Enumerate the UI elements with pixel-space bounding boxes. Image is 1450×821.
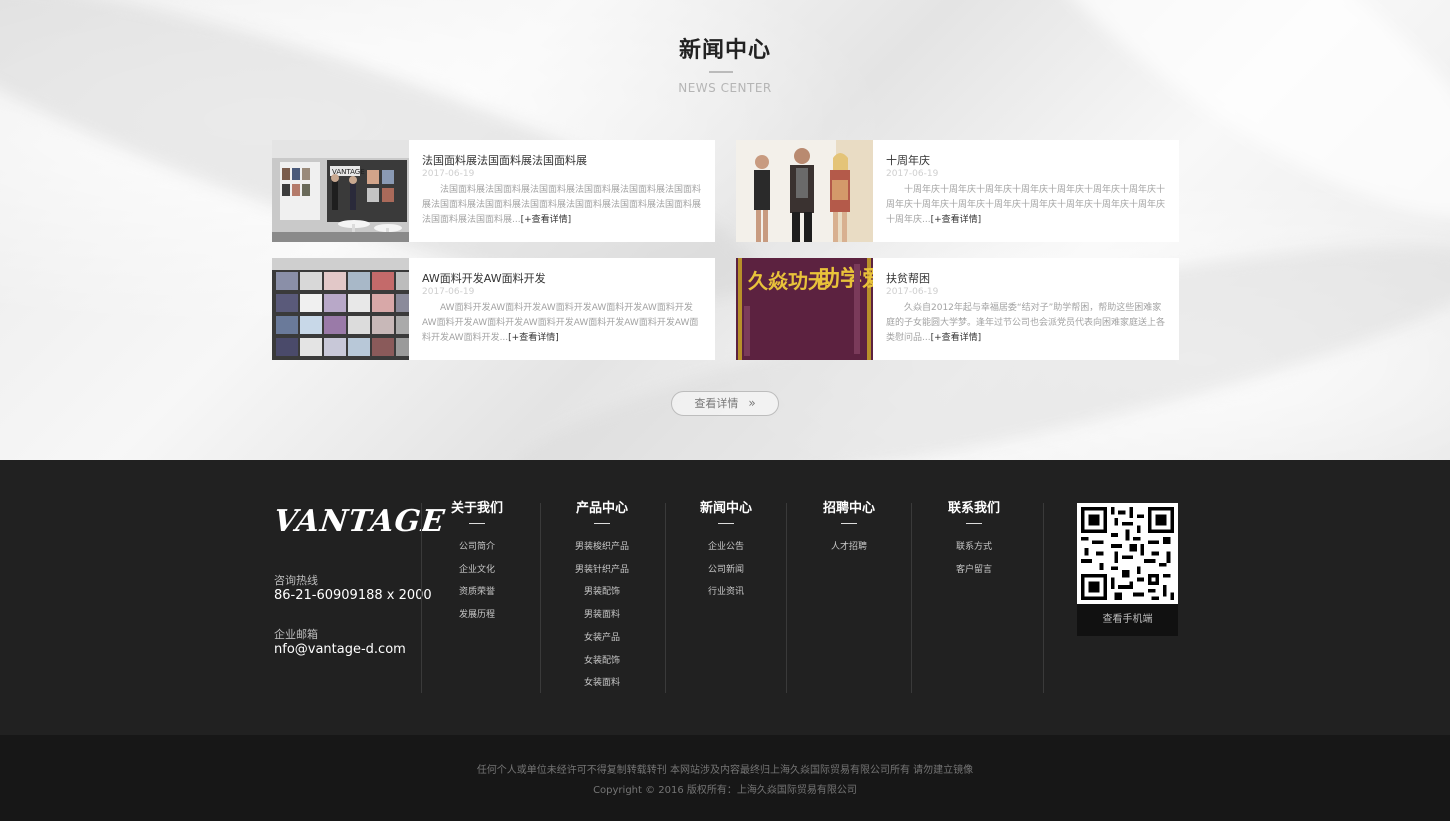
footer-link[interactable]: 客户留言 <box>919 559 1029 582</box>
qr-code-icon <box>1081 507 1174 600</box>
qr-caption[interactable]: 查看手机端 <box>1077 604 1178 636</box>
news-excerpt: 久焱自2012年起与幸福居委“结对子”助学帮困，帮助这些困难家庭的子女能圆大学梦… <box>886 301 1166 347</box>
news-date: 2017-06-19 <box>422 287 475 297</box>
news-title[interactable]: 十周年庆 <box>886 154 1166 168</box>
footer-link[interactable]: 公司新闻 <box>671 559 781 582</box>
footer-link[interactable]: 男装梭织产品 <box>547 536 657 559</box>
qr-code <box>1077 503 1178 604</box>
news-date: 2017-06-19 <box>422 169 475 179</box>
news-title[interactable]: 扶贫帮困 <box>886 272 1166 286</box>
news-more-link[interactable]: [+查看详情] <box>931 215 982 225</box>
copyright-line: Copyright © 2016 版权所有：上海久焱国际贸易有限公司 <box>593 785 857 796</box>
column-divider <box>665 503 666 693</box>
footer-column-title[interactable]: 联系我们 <box>919 500 1029 518</box>
news-thumbnail[interactable] <box>272 258 409 360</box>
footer-link[interactable]: 资质荣誉 <box>422 581 532 604</box>
news-date: 2017-06-19 <box>886 169 939 179</box>
section-title: 新闻中心 <box>678 38 771 63</box>
footer-link[interactable]: 女装产品 <box>547 627 657 650</box>
news-card[interactable]: 助学爱无 久焱功无 扶贫帮困 2017-06-19 久焱自2012年起与幸福居委… <box>736 258 1179 360</box>
news-date: 2017-06-19 <box>886 287 939 297</box>
footer-link[interactable]: 企业公告 <box>671 536 781 559</box>
column-title-bar <box>966 523 982 524</box>
hotline-label: 咨询热线 <box>274 574 318 587</box>
hotline-number: 86-21-60909188 x 2000 <box>274 588 432 603</box>
news-excerpt: AW面料开发AW面料开发AW面料开发AW面料开发AW面料开发AW面料开发AW面料… <box>422 301 702 347</box>
news-title[interactable]: AW面料开发AW面料开发 <box>422 272 702 286</box>
copyright-bar: 任何个人或单位未经许可不得复制转载转刊 本网站涉及内容最终归上海久焱国际贸易有限… <box>0 735 1450 821</box>
email-address[interactable]: nfo@vantage-d.com <box>274 642 406 657</box>
footer-link[interactable]: 发展历程 <box>422 604 532 627</box>
news-excerpt-text: 久焱自2012年起与幸福居委“结对子”助学帮困，帮助这些困难家庭的子女能圆大学梦… <box>886 303 1166 343</box>
news-excerpt-text: 十周年庆十周年庆十周年庆十周年庆十周年庆十周年庆十周年庆十周年庆十周年庆十周年庆… <box>886 185 1166 225</box>
footer-column-title[interactable]: 产品中心 <box>547 500 657 518</box>
banner-text: 久焱功无 <box>748 269 828 293</box>
footer-column-title[interactable]: 招聘中心 <box>794 500 904 518</box>
news-thumbnail[interactable] <box>736 140 873 242</box>
footer-link[interactable]: 公司简介 <box>422 536 532 559</box>
footer-link[interactable]: 联系方式 <box>919 536 1029 559</box>
news-card[interactable]: VANTAGE 法国面料展法国面料展法国面料展 2017-06-19 法国面料展… <box>272 140 715 242</box>
column-title-bar <box>469 523 485 524</box>
footer-link[interactable]: 人才招聘 <box>794 536 904 559</box>
footer-link[interactable]: 行业资讯 <box>671 581 781 604</box>
footer-column-careers: 招聘中心 人才招聘 <box>794 500 904 559</box>
footer-column-contact: 联系我们 联系方式 客户留言 <box>919 500 1029 581</box>
footer-link[interactable]: 男装配饰 <box>547 581 657 604</box>
fashion-models-image <box>736 140 873 242</box>
exhibition-booth-image: VANTAGE <box>272 140 409 242</box>
double-chevron-right-icon: » <box>748 396 756 410</box>
news-excerpt-text: AW面料开发AW面料开发AW面料开发AW面料开发AW面料开发AW面料开发AW面料… <box>422 303 699 343</box>
footer-column-title[interactable]: 新闻中心 <box>671 500 781 518</box>
footer-link[interactable]: 企业文化 <box>422 559 532 582</box>
footer-link[interactable]: 男装针织产品 <box>547 559 657 582</box>
footer: VANTAGE 咨询热线 86-21-60909188 x 2000 企业邮箱 … <box>0 460 1450 735</box>
footer-column-products: 产品中心 男装梭织产品 男装针织产品 男装配饰 男装面料 女装产品 女装配饰 女… <box>547 500 657 695</box>
column-divider <box>540 503 541 693</box>
news-more-link[interactable]: [+查看详情] <box>521 215 572 225</box>
news-thumbnail[interactable]: VANTAGE <box>272 140 409 242</box>
column-divider <box>786 503 787 693</box>
view-more-button[interactable]: 查看详情 » <box>671 391 779 416</box>
column-divider <box>1043 503 1044 693</box>
news-excerpt: 法国面料展法国面料展法国面料展法国面料展法国面料展法国面料展法国面料展法国面料展… <box>422 183 702 229</box>
column-title-bar <box>841 523 857 524</box>
fabric-rack-image <box>272 258 409 360</box>
footer-link[interactable]: 女装面料 <box>547 672 657 695</box>
news-card[interactable]: 十周年庆 2017-06-19 十周年庆十周年庆十周年庆十周年庆十周年庆十周年庆… <box>736 140 1179 242</box>
copyright-notice: 任何个人或单位未经许可不得复制转载转刊 本网站涉及内容最终归上海久焱国际贸易有限… <box>476 765 974 776</box>
news-more-link[interactable]: [+查看详情] <box>931 333 982 343</box>
news-excerpt: 十周年庆十周年庆十周年庆十周年庆十周年庆十周年庆十周年庆十周年庆十周年庆十周年庆… <box>886 183 1166 229</box>
footer-link[interactable]: 男装面料 <box>547 604 657 627</box>
footer-link[interactable]: 女装配饰 <box>547 650 657 673</box>
honor-banner-image: 助学爱无 久焱功无 <box>736 258 873 360</box>
footer-column-title[interactable]: 关于我们 <box>422 500 532 518</box>
news-more-link[interactable]: [+查看详情] <box>508 333 559 343</box>
title-underline <box>709 71 733 73</box>
column-title-bar <box>718 523 734 524</box>
news-title[interactable]: 法国面料展法国面料展法国面料展 <box>422 154 702 168</box>
footer-column-news: 新闻中心 企业公告 公司新闻 行业资讯 <box>671 500 781 604</box>
news-section: 新闻中心 NEWS CENTER VANTAGE 法国面料展法国面料展法国面料展… <box>0 0 1450 460</box>
column-divider <box>911 503 912 693</box>
view-more-label: 查看详情 <box>694 397 739 410</box>
footer-column-about: 关于我们 公司简介 企业文化 资质荣誉 发展历程 <box>422 500 532 627</box>
section-subtitle: NEWS CENTER <box>678 81 772 95</box>
news-thumbnail[interactable]: 助学爱无 久焱功无 <box>736 258 873 360</box>
email-label: 企业邮箱 <box>274 628 318 641</box>
news-card[interactable]: AW面料开发AW面料开发 2017-06-19 AW面料开发AW面料开发AW面料… <box>272 258 715 360</box>
column-title-bar <box>594 523 610 524</box>
